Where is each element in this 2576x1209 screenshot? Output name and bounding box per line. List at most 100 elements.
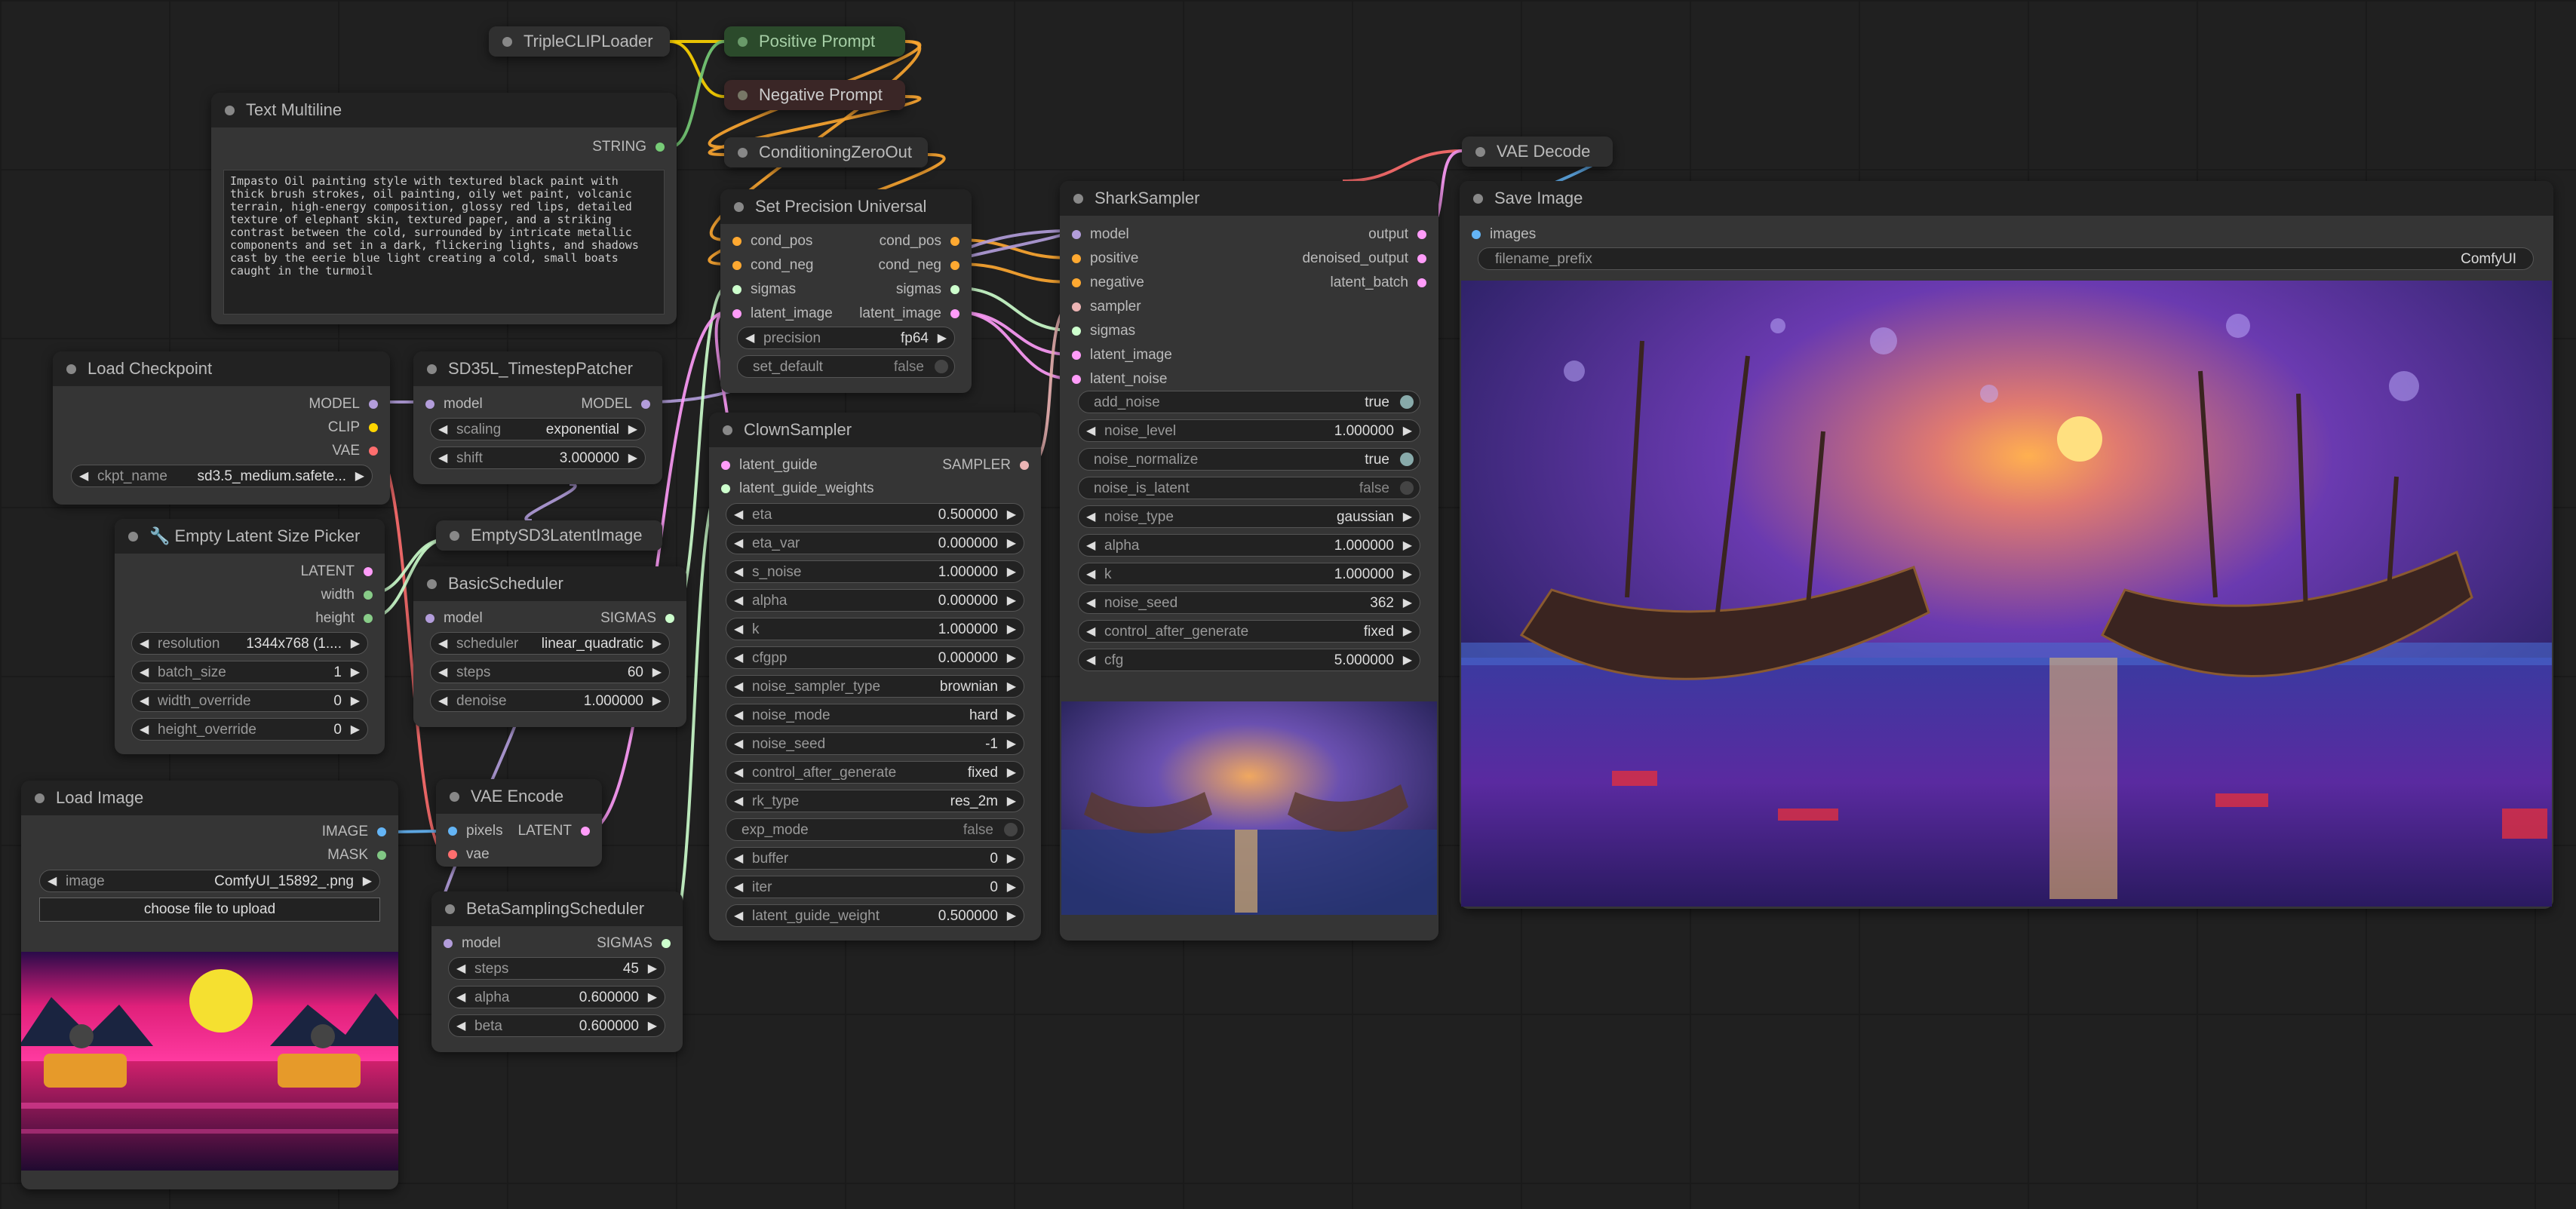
- noise-seed-widget[interactable]: ◀ noise_seed -1 ▶: [726, 732, 1024, 755]
- arrow-left-icon[interactable]: ◀: [140, 722, 149, 737]
- rk-type-widget[interactable]: ◀ rk_type res_2m ▶: [726, 790, 1024, 812]
- control-after-generate-widget[interactable]: ◀ control_after_generate fixed ▶: [1078, 620, 1420, 643]
- node-shark-sampler[interactable]: SharkSampler model output positive denoise…: [1060, 181, 1438, 941]
- arrow-right-icon[interactable]: ▶: [1007, 679, 1016, 694]
- arrow-right-icon[interactable]: ▶: [351, 636, 360, 651]
- noise-mode-widget[interactable]: ◀ noise_mode hard ▶: [726, 704, 1024, 726]
- text-input[interactable]: Impasto Oil painting style with textured…: [223, 170, 665, 315]
- steps-number[interactable]: ◀ steps 45 ▶: [448, 957, 665, 980]
- arrow-right-icon[interactable]: ▶: [351, 722, 360, 737]
- set-default-toggle[interactable]: set_default false: [737, 355, 955, 378]
- s-noise-widget[interactable]: ◀ s_noise 1.000000 ▶: [726, 560, 1024, 583]
- scheduler-combo[interactable]: ◀ scheduler linear_quadratic ▶: [430, 632, 670, 655]
- output-socket[interactable]: [377, 827, 386, 836]
- output-socket[interactable]: [1417, 230, 1426, 239]
- node-vae-decode[interactable]: VAE Decode: [1462, 137, 1613, 167]
- output-socket[interactable]: [377, 851, 386, 860]
- cfg-widget[interactable]: ◀ cfg 5.000000 ▶: [1078, 649, 1420, 671]
- arrow-left-icon[interactable]: ◀: [734, 650, 743, 665]
- collapse-dot-icon[interactable]: [450, 792, 459, 802]
- arrow-right-icon[interactable]: ▶: [648, 1018, 657, 1033]
- arrow-left-icon[interactable]: ◀: [79, 468, 88, 483]
- collapse-dot-icon[interactable]: [1073, 194, 1083, 204]
- arrow-right-icon[interactable]: ▶: [1403, 509, 1412, 524]
- output-socket[interactable]: [950, 285, 959, 294]
- arrow-right-icon[interactable]: ▶: [1007, 621, 1016, 637]
- denoise-number[interactable]: ◀ denoise 1.000000 ▶: [430, 689, 670, 712]
- arrow-left-icon[interactable]: ◀: [438, 422, 447, 437]
- alpha-widget[interactable]: ◀ alpha 0.000000 ▶: [726, 589, 1024, 612]
- output-socket[interactable]: [656, 143, 665, 152]
- output-socket[interactable]: [641, 400, 650, 409]
- collapse-dot-icon[interactable]: [1473, 194, 1483, 204]
- arrow-left-icon[interactable]: ◀: [734, 564, 743, 579]
- node-clown-sampler[interactable]: ClownSampler latent_guide SAMPLER latent_…: [709, 413, 1041, 941]
- noise-is-latent-toggle[interactable]: noise_is_latent false: [1078, 477, 1420, 499]
- beta-number[interactable]: ◀ beta 0.600000 ▶: [448, 1014, 665, 1037]
- collapse-dot-icon[interactable]: [427, 579, 437, 589]
- eta-var-widget[interactable]: ◀ eta_var 0.000000 ▶: [726, 532, 1024, 554]
- image-combo[interactable]: ◀ image ComfyUI_15892_.png ▶: [39, 870, 380, 892]
- node-empty-sd3-latent-image[interactable]: EmptySD3LatentImage: [436, 520, 662, 551]
- output-socket[interactable]: [364, 614, 373, 623]
- arrow-left-icon[interactable]: ◀: [734, 851, 743, 866]
- arrow-left-icon[interactable]: ◀: [734, 507, 743, 522]
- output-socket[interactable]: [369, 446, 378, 456]
- arrow-right-icon[interactable]: ▶: [355, 468, 364, 483]
- arrow-right-icon[interactable]: ▶: [648, 990, 657, 1005]
- input-socket[interactable]: [448, 850, 457, 859]
- collapse-dot-icon[interactable]: [450, 531, 459, 541]
- arrow-left-icon[interactable]: ◀: [1086, 538, 1095, 553]
- arrow-left-icon[interactable]: ◀: [734, 879, 743, 894]
- cfgpp-widget[interactable]: ◀ cfgpp 0.000000 ▶: [726, 646, 1024, 669]
- arrow-right-icon[interactable]: ▶: [1007, 564, 1016, 579]
- steps-number[interactable]: ◀ steps 60 ▶: [430, 661, 670, 683]
- arrow-left-icon[interactable]: ◀: [140, 664, 149, 680]
- arrow-right-icon[interactable]: ▶: [351, 664, 360, 680]
- arrow-left-icon[interactable]: ◀: [734, 593, 743, 608]
- arrow-left-icon[interactable]: ◀: [745, 330, 754, 345]
- toggle-knob[interactable]: [1400, 395, 1414, 409]
- arrow-left-icon[interactable]: ◀: [456, 1018, 465, 1033]
- output-socket[interactable]: [665, 614, 674, 623]
- output-socket[interactable]: [369, 400, 378, 409]
- node-vae-encode[interactable]: VAE Encode pixels LATENT vae: [436, 779, 602, 867]
- precision-combo[interactable]: ◀ precision fp64 ▶: [737, 327, 955, 349]
- output-socket[interactable]: [364, 591, 373, 600]
- output-socket[interactable]: [662, 939, 671, 948]
- node-conditioning-zero-out[interactable]: ConditioningZeroOut: [724, 137, 928, 167]
- arrow-left-icon[interactable]: ◀: [140, 693, 149, 708]
- arrow-left-icon[interactable]: ◀: [438, 636, 447, 651]
- input-socket[interactable]: [1072, 327, 1081, 336]
- arrow-right-icon[interactable]: ▶: [351, 693, 360, 708]
- arrow-right-icon[interactable]: ▶: [1007, 765, 1016, 780]
- arrow-left-icon[interactable]: ◀: [734, 765, 743, 780]
- resolution-combo[interactable]: ◀ resolution 1344x768 (1.... ▶: [131, 632, 368, 655]
- node-basic-scheduler[interactable]: BasicScheduler model SIGMAS ◀ scheduler lin…: [413, 566, 686, 727]
- arrow-right-icon[interactable]: ▶: [1403, 538, 1412, 553]
- collapse-dot-icon[interactable]: [427, 364, 437, 374]
- arrow-left-icon[interactable]: ◀: [48, 873, 57, 888]
- height-override-number[interactable]: ◀ height_override 0 ▶: [131, 718, 368, 741]
- arrow-right-icon[interactable]: ▶: [1007, 793, 1016, 809]
- node-beta-sampling-scheduler[interactable]: BetaSamplingScheduler model SIGMAS ◀ steps…: [431, 891, 683, 1052]
- collapse-dot-icon[interactable]: [738, 148, 748, 158]
- arrow-left-icon[interactable]: ◀: [456, 961, 465, 976]
- toggle-knob[interactable]: [1400, 481, 1414, 495]
- noise-type-widget[interactable]: ◀ noise_type gaussian ▶: [1078, 505, 1420, 528]
- arrow-right-icon[interactable]: ▶: [652, 636, 662, 651]
- input-socket[interactable]: [721, 484, 730, 493]
- collapse-dot-icon[interactable]: [723, 425, 732, 435]
- latent-guide-weight-widget[interactable]: ◀ latent_guide_weight 0.500000 ▶: [726, 904, 1024, 927]
- output-socket[interactable]: [364, 567, 373, 576]
- arrow-right-icon[interactable]: ▶: [652, 664, 662, 680]
- input-socket[interactable]: [1072, 278, 1081, 287]
- toggle-knob[interactable]: [1004, 823, 1018, 836]
- input-socket[interactable]: [425, 614, 434, 623]
- arrow-left-icon[interactable]: ◀: [438, 450, 447, 465]
- arrow-right-icon[interactable]: ▶: [1007, 650, 1016, 665]
- noise-normalize-toggle[interactable]: noise_normalize true: [1078, 448, 1420, 471]
- arrow-left-icon[interactable]: ◀: [734, 707, 743, 723]
- arrow-left-icon[interactable]: ◀: [1086, 652, 1095, 667]
- collapse-dot-icon[interactable]: [445, 904, 455, 914]
